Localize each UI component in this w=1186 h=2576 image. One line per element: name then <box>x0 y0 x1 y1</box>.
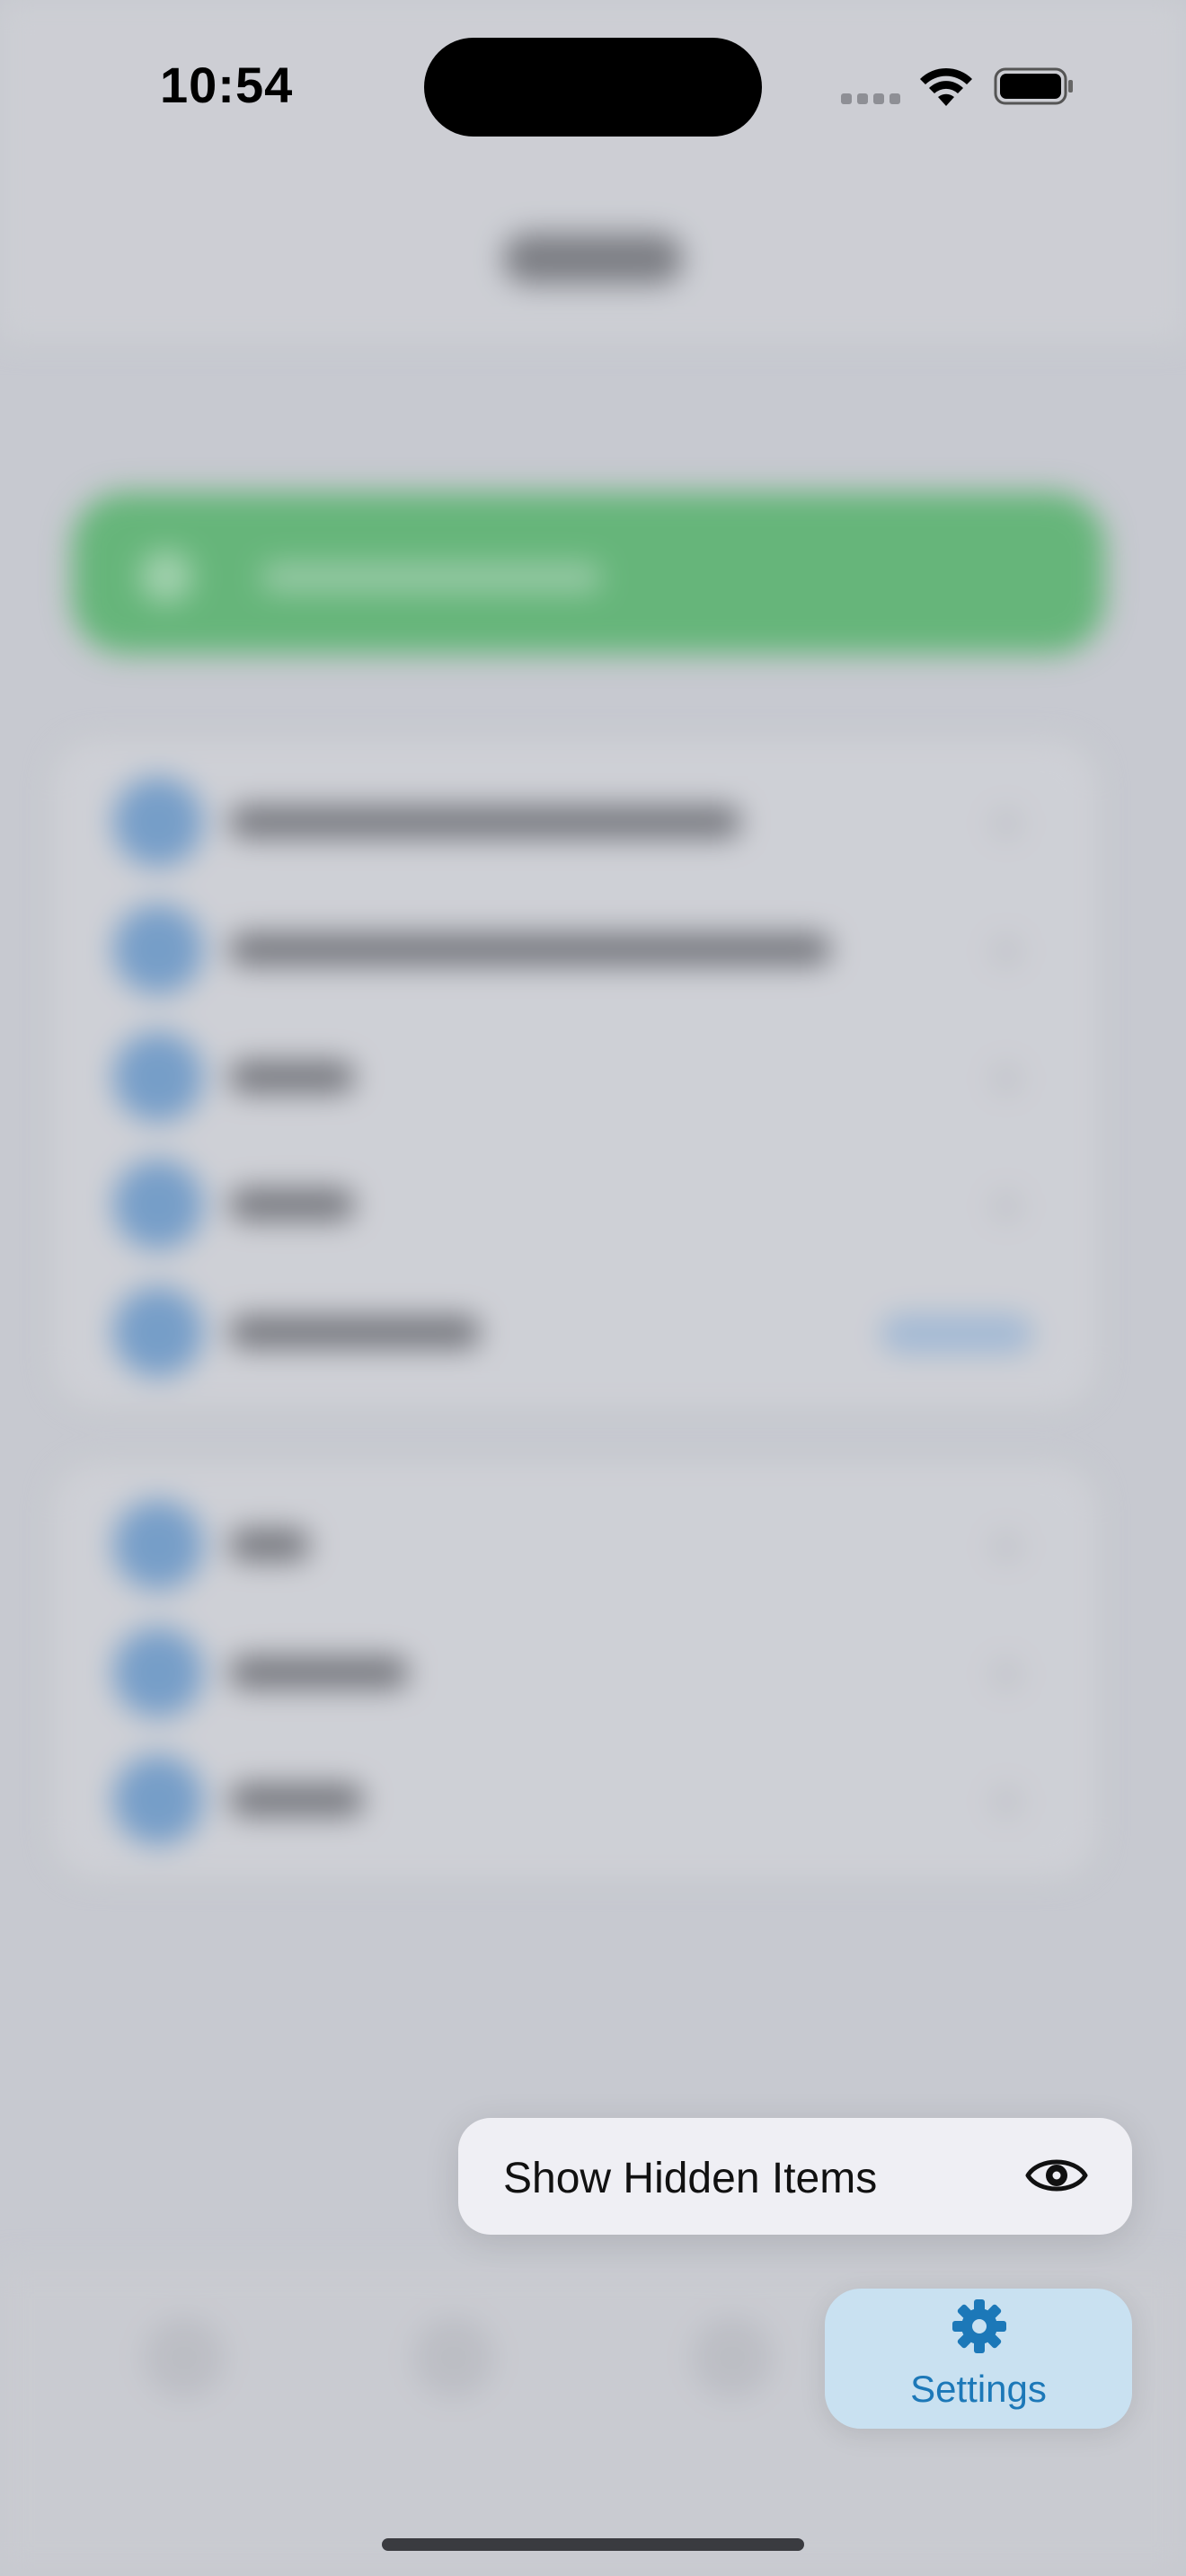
home-indicator[interactable] <box>382 2538 804 2551</box>
battery-icon <box>994 67 1073 105</box>
wifi-icon <box>920 67 972 106</box>
gear-icon <box>952 2299 1006 2353</box>
dynamic-island <box>424 38 762 137</box>
settings-button[interactable]: Settings <box>825 2289 1132 2429</box>
screen: 10:54 Show Hidden Items Settings <box>0 0 1186 2576</box>
menu-item-show-hidden-items[interactable]: Show Hidden Items <box>458 2118 1132 2235</box>
settings-label: Settings <box>910 2368 1047 2410</box>
context-menu: Show Hidden Items <box>458 2118 1132 2235</box>
eye-icon <box>1025 2159 1088 2192</box>
status-time: 10:54 <box>160 57 294 113</box>
cellular-signal-icon <box>841 93 900 106</box>
menu-item-label: Show Hidden Items <box>503 2155 878 2202</box>
